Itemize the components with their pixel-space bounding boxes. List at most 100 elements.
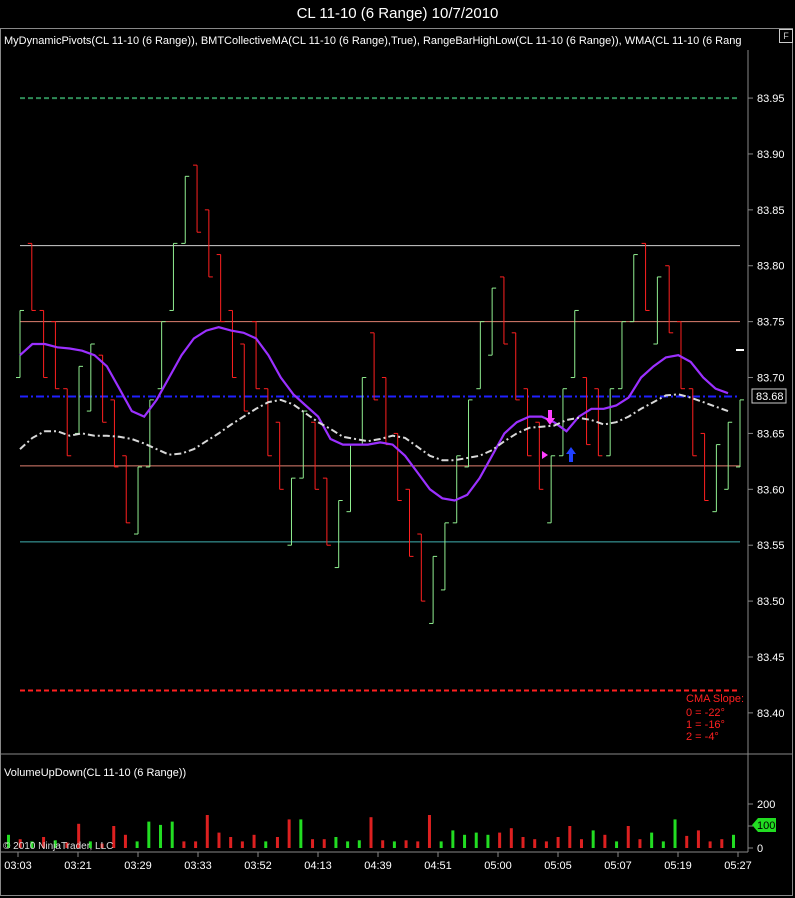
volume-bar: [275, 837, 279, 848]
volume-bar: [556, 837, 560, 848]
volume-bar: [369, 817, 373, 848]
price-panel-label: MyDynamicPivots(CL 11-10 (6 Range)), BMT…: [4, 35, 741, 47]
cma-slope-line: 2 = -4°: [686, 731, 719, 743]
volume-bar: [159, 824, 163, 848]
price-tick-label: 83.95: [757, 93, 785, 105]
chart-canvas[interactable]: MyDynamicPivots(CL 11-10 (6 Range)), BMT…: [0, 0, 795, 898]
cma-series: [19, 393, 729, 462]
volume-bar: [427, 815, 431, 848]
price-tick-label: 83.55: [757, 540, 785, 552]
volume-bar: [416, 841, 420, 848]
time-tick-label: 04:51: [424, 860, 452, 872]
pivot-lines: [20, 97, 740, 692]
time-tick-label: 05:05: [544, 860, 572, 872]
time-tick-label: 05:27: [724, 860, 752, 872]
volume-bar: [311, 839, 315, 848]
volume-bar: [661, 841, 665, 848]
volume-bar: [708, 841, 712, 848]
last-volume-label: 100: [757, 820, 775, 832]
volume-bar: [205, 815, 209, 848]
volume-bar: [346, 841, 350, 848]
price-tick-label: 83.60: [757, 484, 785, 496]
volume-bar: [381, 840, 385, 848]
price-tick-label: 83.50: [757, 596, 785, 608]
volume-bar: [147, 821, 151, 848]
price-tick-label: 83.80: [757, 261, 785, 273]
last-price-tag: 83.68: [751, 388, 787, 404]
volume-bar: [626, 826, 630, 848]
time-axis: 03:03 03:21 03:29 03:33 03:52 04:13 04:39 04:51…: [4, 852, 752, 872]
price-tick-label: 83.45: [757, 652, 785, 664]
volume-panel-label: VolumeUpDown(CL 11-10 (6 Range)): [4, 767, 186, 779]
volume-tick-label: 0: [757, 843, 763, 855]
volume-bar: [720, 839, 724, 848]
price-tick-label: 83.65: [757, 428, 785, 440]
volume-bar: [264, 841, 268, 848]
volume-bar: [439, 841, 443, 848]
copyright: © 2010 NinjaTrader, LLC: [3, 841, 113, 852]
volume-bar: [498, 832, 502, 848]
volume-bar: [404, 840, 408, 848]
volume-bar: [579, 839, 583, 848]
volume-bar: [650, 832, 654, 848]
time-tick-label: 05:19: [664, 860, 692, 872]
volume-bar: [392, 841, 396, 848]
time-tick-label: 03:21: [64, 860, 92, 872]
volume-bar: [135, 841, 139, 848]
volume-bar: [357, 840, 361, 848]
price-tick-label: 83.85: [757, 205, 785, 217]
price-tick-label: 83.75: [757, 317, 785, 329]
entry-marker-icon: [542, 451, 548, 459]
volume-bar: [182, 841, 186, 848]
last-volume-tag: 100: [752, 818, 776, 832]
cma-slope-line: 0 = -22°: [686, 707, 725, 719]
price-axis: 83.95 83.90 83.85 83.80 83.75 83.70 83.65 83.60…: [748, 93, 785, 720]
time-tick-label: 05:00: [484, 860, 512, 872]
time-tick-label: 03:29: [124, 860, 152, 872]
volume-bar: [603, 834, 607, 848]
volume-bar: [123, 834, 127, 848]
volume-bar: [486, 834, 490, 848]
volume-bar: [287, 819, 291, 848]
volume-bar: [521, 837, 525, 848]
volume-bar: [322, 839, 326, 848]
price-tick-label: 83.40: [757, 708, 785, 720]
price-tick-label: 83.70: [757, 373, 785, 385]
volume-bar: [194, 841, 198, 848]
volume-bar: [451, 830, 455, 848]
volume-bar: [463, 834, 467, 848]
volume-tick-label: 200: [757, 799, 775, 811]
volume-bar: [544, 841, 548, 848]
volume-bar: [229, 837, 233, 848]
time-tick-label: 03:33: [184, 860, 212, 872]
cma-slope-line: 1 = -16°: [686, 719, 725, 731]
volume-bar: [240, 841, 244, 848]
buy-arrow-icon: [566, 447, 576, 462]
volume-bar: [299, 819, 303, 848]
volume-bar: [474, 832, 478, 848]
volume-bar: [685, 835, 689, 848]
volume-bar: [591, 830, 595, 848]
volume-bar: [334, 837, 338, 848]
price-bars: [16, 164, 744, 624]
time-tick-label: 05:07: [604, 860, 632, 872]
volume-bar: [568, 826, 572, 848]
time-tick-label: 04:39: [364, 860, 392, 872]
last-price-label: 83.68: [756, 391, 784, 403]
volume-bar: [732, 834, 735, 848]
cma-line: [19, 393, 729, 462]
price-tick-label: 83.90: [757, 149, 785, 161]
time-tick-label: 03:52: [244, 860, 272, 872]
volume-bar: [638, 839, 642, 848]
volume-bars: [7, 815, 735, 848]
volume-bar: [217, 832, 221, 848]
volume-bar: [533, 839, 537, 848]
volume-bar: [170, 821, 174, 848]
volume-bar: [252, 834, 256, 848]
volume-bar: [615, 841, 619, 848]
volume-bar: [673, 819, 677, 848]
volume-bar: [696, 830, 700, 848]
cma-slope-title: CMA Slope:: [686, 693, 744, 705]
time-tick-label: 03:03: [4, 860, 32, 872]
volume-bar: [509, 828, 513, 848]
